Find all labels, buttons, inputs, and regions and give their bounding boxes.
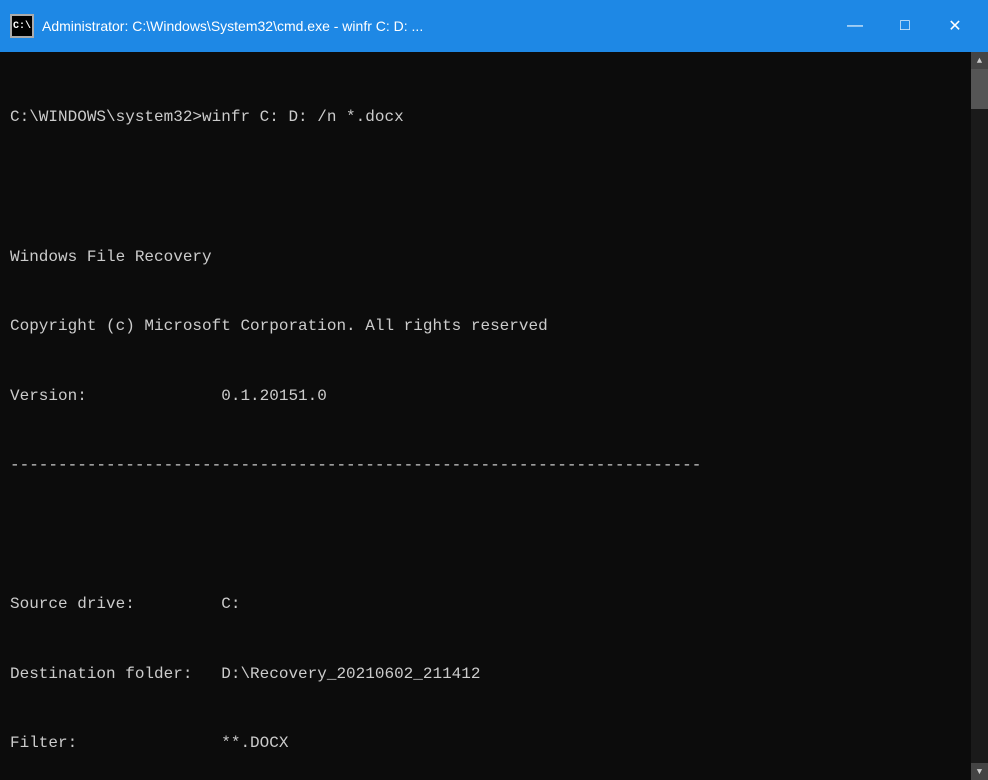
close-button[interactable]: ✕	[932, 9, 978, 43]
destination-folder: Destination folder: D:\Recovery_20210602…	[10, 663, 961, 686]
console-content[interactable]: C:\WINDOWS\system32>winfr C: D: /n *.doc…	[0, 52, 971, 780]
scroll-down-arrow[interactable]: ▼	[971, 763, 988, 780]
separator-line: ----------------------------------------…	[10, 454, 961, 477]
filter-line: Filter: **.DOCX	[10, 732, 961, 755]
blank1	[10, 176, 961, 199]
console-wrapper: C:\WINDOWS\system32>winfr C: D: /n *.doc…	[0, 52, 988, 780]
scrollbar-track[interactable]	[971, 69, 988, 763]
app-name: Windows File Recovery	[10, 246, 961, 269]
scrollbar[interactable]: ▲ ▼	[971, 52, 988, 780]
maximize-button[interactable]: □	[882, 9, 928, 43]
minimize-button[interactable]: —	[832, 9, 878, 43]
scroll-up-arrow[interactable]: ▲	[971, 52, 988, 69]
version-line: Version: 0.1.20151.0	[10, 385, 961, 408]
title-bar: C:\ Administrator: C:\Windows\System32\c…	[0, 0, 988, 52]
source-drive: Source drive: C:	[10, 593, 961, 616]
title-bar-left: C:\ Administrator: C:\Windows\System32\c…	[10, 14, 423, 38]
cmd-icon: C:\	[10, 14, 34, 38]
scrollbar-thumb[interactable]	[971, 69, 988, 109]
copyright-line: Copyright (c) Microsoft Corporation. All…	[10, 315, 961, 338]
blank2	[10, 524, 961, 547]
title-bar-controls: — □ ✕	[832, 9, 978, 43]
command-line: C:\WINDOWS\system32>winfr C: D: /n *.doc…	[10, 106, 961, 129]
title-bar-text: Administrator: C:\Windows\System32\cmd.e…	[42, 18, 423, 34]
